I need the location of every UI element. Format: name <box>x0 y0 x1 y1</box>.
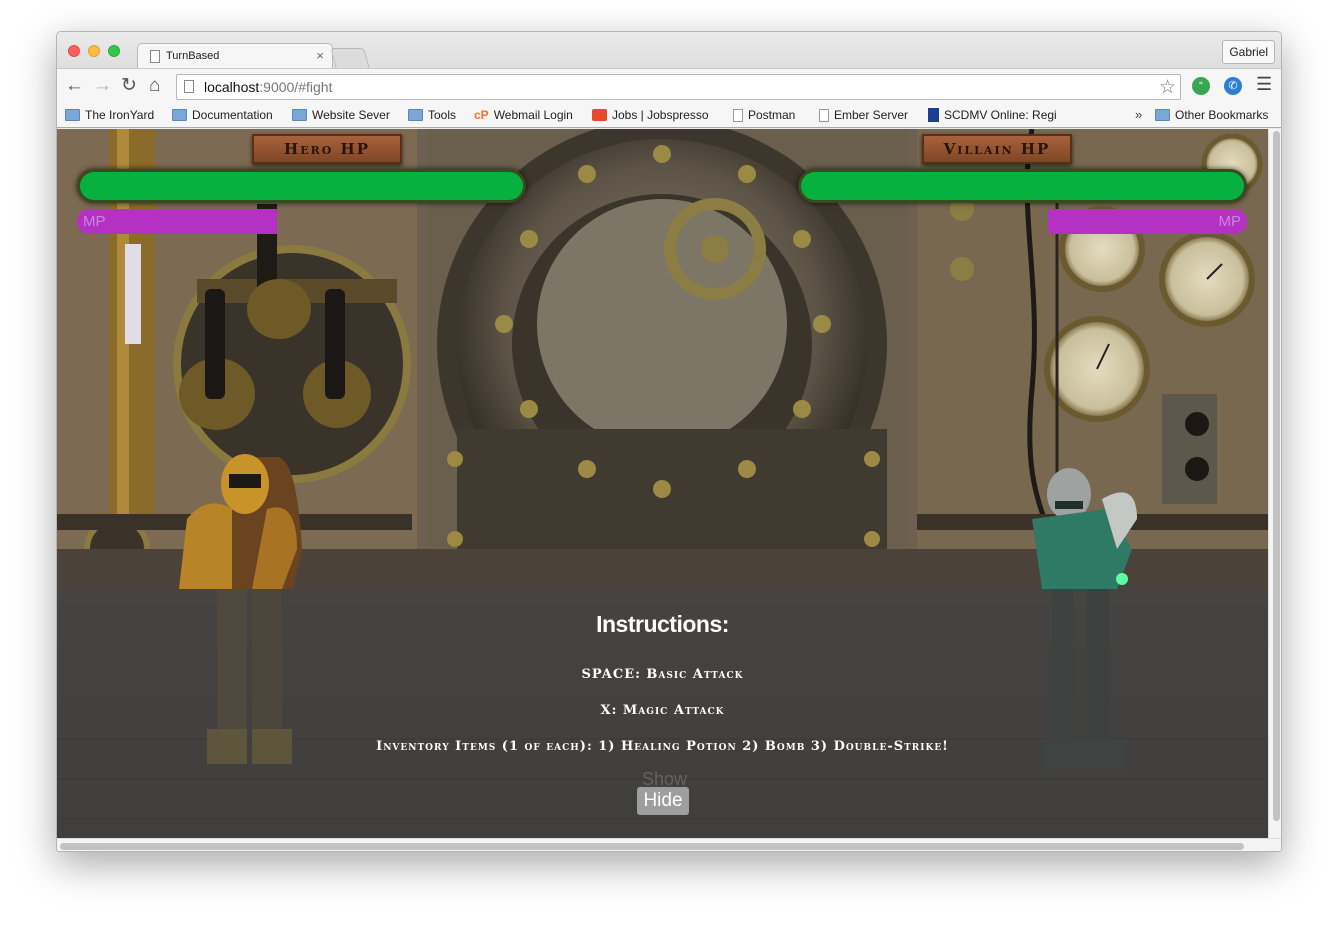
folder-icon <box>292 109 307 121</box>
page-icon <box>184 80 194 93</box>
bookmark-label: Tools <box>428 108 457 122</box>
url-path: :9000/#fight <box>259 79 333 95</box>
page-icon <box>150 50 160 63</box>
bookmark-item[interactable]: Other Bookmarks <box>1155 108 1268 122</box>
folder-icon <box>65 109 80 121</box>
hero-hp-fill <box>80 172 523 200</box>
back-arrow-icon[interactable]: ← <box>65 75 84 97</box>
extension-quote-icon[interactable]: “ <box>1192 77 1210 95</box>
villain-hp-label: Villain HP <box>922 134 1072 164</box>
bookmark-label: Other Bookmarks <box>1175 108 1269 122</box>
close-window-button[interactable] <box>68 45 80 57</box>
page-icon <box>819 108 829 122</box>
bookmark-item[interactable]: Ember Server <box>819 108 908 122</box>
villain-hp-bar <box>798 169 1247 203</box>
vertical-scrollbar[interactable] <box>1268 129 1281 838</box>
extension-phone-icon[interactable]: ✆ <box>1224 77 1242 95</box>
bookmark-item[interactable]: Postman <box>733 108 795 122</box>
forward-arrow-icon[interactable]: → <box>93 75 112 97</box>
new-tab-button[interactable] <box>330 48 370 68</box>
browser-window: TurnBased × Gabriel ← → ↻ ⌂ localhost:90… <box>56 31 1282 852</box>
show-instructions-button[interactable]: Show <box>637 769 692 789</box>
game-viewport: Hero HP Villain HP MP MP Instructions: S… <box>57 129 1268 838</box>
vertical-scroll-thumb[interactable] <box>1273 131 1280 821</box>
browser-tab[interactable]: TurnBased × <box>137 43 333 69</box>
bookmark-item[interactable]: SCDMV Online: Regi <box>928 108 1057 122</box>
bookmark-item[interactable]: Jobs | Jobspresso <box>592 108 709 122</box>
instruction-magic-attack: X: Magic Attack <box>600 703 725 718</box>
bookmark-label: SCDMV Online: Regi <box>944 108 1057 122</box>
bookmark-label: Website Sever <box>312 108 390 122</box>
bookmark-item[interactable]: Website Sever <box>292 108 390 122</box>
bookmark-label: Postman <box>748 108 796 122</box>
bookmarks-bar: The IronYard Documentation Website Sever… <box>57 104 1281 128</box>
horizontal-scrollbar[interactable] <box>57 838 1281 851</box>
hamburger-menu-icon[interactable]: ☰ <box>1256 74 1272 95</box>
cpanel-icon: cP <box>474 108 489 122</box>
profile-button[interactable]: Gabriel <box>1222 40 1275 64</box>
bookmark-item[interactable]: cP Webmail Login <box>474 108 573 122</box>
instructions-panel: Instructions: SPACE: Basic Attack X: Mag… <box>57 589 1268 838</box>
minimize-window-button[interactable] <box>88 45 100 57</box>
reload-icon[interactable]: ↻ <box>121 75 137 97</box>
bookmark-item[interactable]: Documentation <box>172 108 273 122</box>
villain-hp-fill <box>801 172 1244 200</box>
home-icon[interactable]: ⌂ <box>149 75 160 97</box>
instruction-basic-attack: SPACE: Basic Attack <box>581 667 744 682</box>
hide-instructions-button[interactable]: Hide <box>637 787 689 815</box>
jobspresso-icon <box>592 109 607 121</box>
browser-toolbar: ← → ↻ ⌂ localhost:9000/#fight ☆ “ ✆ ☰ <box>57 68 1281 104</box>
bookmark-item[interactable]: Tools <box>408 108 456 122</box>
bookmark-label: Ember Server <box>834 108 909 122</box>
tab-title: TurnBased <box>166 50 220 62</box>
horizontal-scroll-thumb[interactable] <box>60 843 1244 850</box>
bookmark-label: Jobs | Jobspresso <box>612 108 709 122</box>
zoom-window-button[interactable] <box>108 45 120 57</box>
page-icon <box>733 108 743 122</box>
title-bar: TurnBased × Gabriel <box>57 32 1281 69</box>
folder-icon <box>1155 109 1170 121</box>
instructions-title: Instructions: <box>596 611 729 637</box>
hero-mp-bar: MP <box>77 209 277 234</box>
bookmark-star-icon[interactable]: ☆ <box>1159 76 1176 99</box>
bookmark-item[interactable]: The IronYard <box>65 108 154 122</box>
hero-hp-bar <box>77 169 526 203</box>
bookmark-label: Webmail Login <box>493 108 573 122</box>
folder-icon <box>408 109 423 121</box>
hero-hp-label: Hero HP <box>252 134 402 164</box>
more-bookmarks-button[interactable]: » <box>1135 107 1142 122</box>
bookmark-label: Documentation <box>192 108 273 122</box>
bookmark-label: The IronYard <box>85 108 155 122</box>
url-host: localhost <box>204 79 260 95</box>
instruction-inventory: Inventory Items (1 of each): 1) Healing … <box>376 739 949 754</box>
folder-icon <box>172 109 187 121</box>
url-text: localhost:9000/#fight <box>204 79 332 95</box>
tab-close-icon[interactable]: × <box>316 48 324 63</box>
villain-mp-bar: MP <box>1048 209 1247 234</box>
flag-icon <box>928 108 939 122</box>
address-bar[interactable]: localhost:9000/#fight ☆ <box>176 74 1181 100</box>
